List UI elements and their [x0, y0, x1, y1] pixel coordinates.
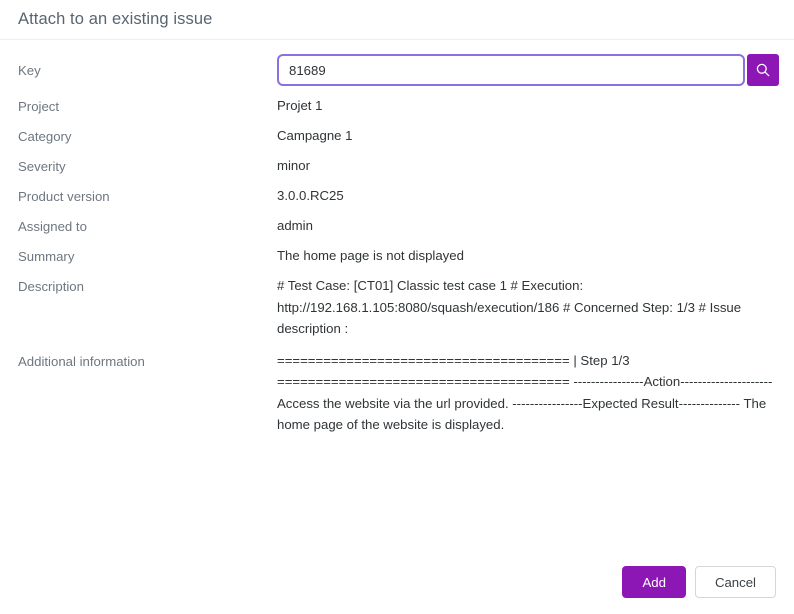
project-value: Projet 1 [277, 95, 775, 116]
dialog-header: Attach to an existing issue [0, 0, 794, 40]
severity-value: minor [277, 155, 775, 176]
cancel-button[interactable]: Cancel [695, 566, 776, 598]
form-row-product-version: Product version 3.0.0.RC25 [18, 185, 776, 207]
search-icon [755, 62, 771, 78]
form-row-assigned-to: Assigned to admin [18, 215, 776, 237]
assigned-to-label: Assigned to [18, 215, 277, 237]
search-button[interactable] [747, 54, 779, 86]
key-search-group [277, 54, 779, 86]
form-row-severity: Severity minor [18, 155, 776, 177]
dialog-footer: Add Cancel [622, 566, 776, 598]
key-label: Key [18, 59, 277, 81]
form-row-key: Key [18, 54, 776, 86]
category-label: Category [18, 125, 277, 147]
add-button[interactable]: Add [622, 566, 685, 598]
form-row-additional-information: Additional information =================… [18, 350, 776, 436]
project-label: Project [18, 95, 277, 117]
assigned-to-value: admin [277, 215, 775, 236]
issue-form: Key Project Projet 1 Category Campa [0, 40, 794, 436]
product-version-value: 3.0.0.RC25 [277, 185, 775, 206]
category-value: Campagne 1 [277, 125, 775, 146]
description-value: # Test Case: [CT01] Classic test case 1 … [277, 275, 775, 340]
description-label: Description [18, 275, 277, 297]
attach-issue-dialog: Attach to an existing issue Key Project [0, 0, 794, 614]
summary-value: The home page is not displayed [277, 245, 775, 266]
key-input[interactable] [277, 54, 745, 86]
severity-label: Severity [18, 155, 277, 177]
form-row-description: Description # Test Case: [CT01] Classic … [18, 275, 776, 340]
form-row-project: Project Projet 1 [18, 95, 776, 117]
additional-information-value: ====================================== |… [277, 350, 775, 436]
form-row-summary: Summary The home page is not displayed [18, 245, 776, 267]
product-version-label: Product version [18, 185, 277, 207]
page-title: Attach to an existing issue [18, 10, 212, 29]
form-row-category: Category Campagne 1 [18, 125, 776, 147]
summary-label: Summary [18, 245, 277, 267]
additional-information-label: Additional information [18, 350, 277, 372]
